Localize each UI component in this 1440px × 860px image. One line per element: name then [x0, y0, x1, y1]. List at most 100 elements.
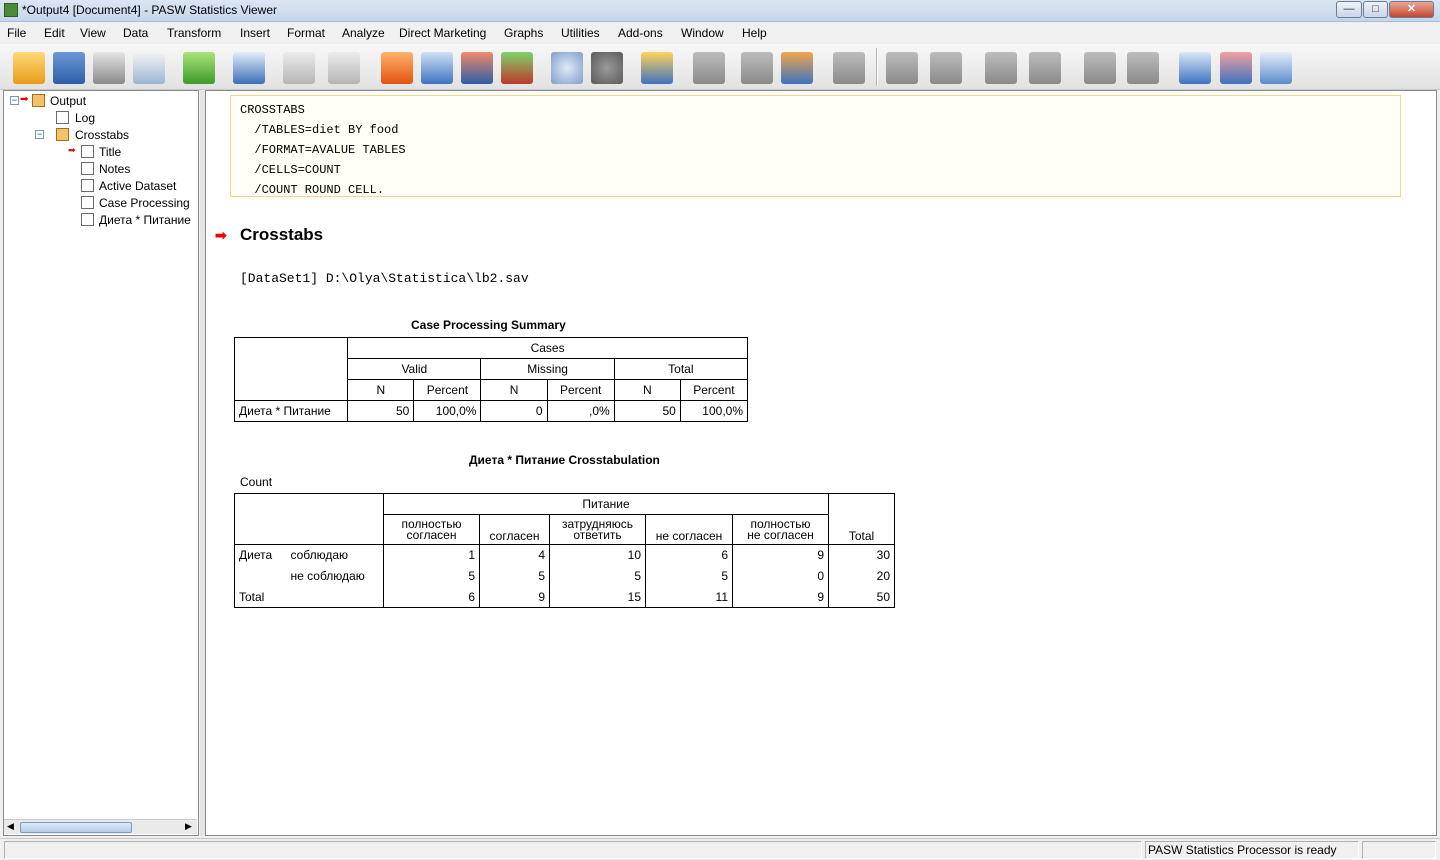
open-icon[interactable]	[13, 52, 45, 84]
tree-item-active-dataset[interactable]: Active Dataset	[99, 179, 176, 193]
expand-icon[interactable]	[985, 52, 1017, 84]
insert-title-icon[interactable]	[1220, 52, 1252, 84]
tree-item-case-processing[interactable]: Case Processing	[99, 196, 190, 210]
collapse-icon[interactable]	[1029, 52, 1061, 84]
tree-item-output[interactable]: Output	[50, 94, 86, 108]
menu-direct-marketing[interactable]: Direct Marketing	[399, 26, 486, 40]
show-all-icon[interactable]	[781, 52, 813, 84]
export-icon[interactable]	[183, 52, 215, 84]
active-dataset-text[interactable]: [DataSet1] D:\Olya\Statistica\lb2.sav	[240, 271, 529, 286]
menu-window[interactable]: Window	[681, 26, 724, 40]
select-cases-icon[interactable]	[641, 52, 673, 84]
goto-case-icon[interactable]	[381, 52, 413, 84]
xtab-col-var: Питание	[383, 493, 829, 515]
status-bar: PASW Statistics Processor is ready	[0, 838, 1440, 860]
xtab-count-label: Count	[240, 475, 273, 489]
cps-group-header: Valid	[347, 358, 482, 380]
scroll-right-icon[interactable]: ▶	[185, 821, 192, 832]
menu-analyze[interactable]: Analyze	[342, 26, 385, 40]
forward-icon[interactable]	[930, 52, 962, 84]
cps-cases-header: Cases	[347, 337, 748, 359]
crosstabs-book-icon	[56, 128, 69, 141]
weight-cases-icon[interactable]	[591, 52, 623, 84]
close-button[interactable]: ✕	[1389, 1, 1434, 18]
case-processing-table[interactable]: Cases Valid Missing Total N Percent N Pe…	[233, 337, 749, 422]
maximize-button[interactable]: □	[1363, 1, 1388, 18]
xtab-cell: 5	[645, 565, 733, 587]
cps-sub-header: Percent	[413, 379, 482, 401]
cps-sub-header: Percent	[679, 379, 749, 401]
minimize-button[interactable]: —	[1336, 1, 1362, 18]
xtab-total-row-label: Total	[234, 586, 384, 608]
output-book-icon	[32, 94, 45, 107]
xtab-cell: 9	[732, 544, 829, 566]
xtab-cell: 10	[549, 544, 646, 566]
menu-transform[interactable]: Transform	[167, 26, 221, 40]
table-icon	[81, 196, 94, 209]
outline-pane[interactable]: − ➡ Output Log − Crosstabs ➡ Title Notes…	[3, 90, 199, 836]
xtab-cell: 9	[479, 586, 550, 608]
cps-cell: 100,0%	[679, 400, 749, 422]
scroll-thumb[interactable]	[20, 822, 132, 833]
scroll-left-icon[interactable]: ◀	[7, 821, 14, 832]
goto-variable-icon[interactable]	[421, 52, 453, 84]
menu-view[interactable]: View	[80, 26, 106, 40]
insert-heading-icon[interactable]	[1179, 52, 1211, 84]
tree-item-log[interactable]: Log	[75, 111, 95, 125]
toolbar	[0, 44, 1440, 90]
xtab-title: Диета * Питание Crosstabulation	[469, 453, 660, 467]
insert-text-icon[interactable]	[1260, 52, 1292, 84]
menu-help[interactable]: Help	[742, 26, 767, 40]
cps-sub-header: N	[480, 379, 548, 401]
tree-item-crosstab-table[interactable]: Диета * Питание	[99, 213, 191, 227]
tree-item-notes[interactable]: Notes	[99, 162, 130, 176]
collapse-toggle[interactable]: −	[35, 130, 44, 139]
split-file-icon[interactable]	[551, 52, 583, 84]
undo-icon[interactable]	[283, 52, 315, 84]
back-icon[interactable]	[886, 52, 918, 84]
horizontal-scrollbar[interactable]: ◀ ▶	[4, 819, 197, 834]
current-arrow-icon: ➡	[20, 94, 29, 105]
save-icon[interactable]	[53, 52, 85, 84]
tree-item-title[interactable]: Title	[99, 145, 121, 159]
menu-data[interactable]: Data	[123, 26, 148, 40]
status-text: PASW Statistics Processor is ready	[1148, 843, 1337, 857]
xtab-cell: 6	[383, 586, 480, 608]
tree-item-crosstabs[interactable]: Crosstabs	[75, 128, 129, 142]
menu-utilities[interactable]: Utilities	[561, 26, 600, 40]
window-title: *Output4 [Document4] - PASW Statistics V…	[22, 3, 277, 17]
menu-graphs[interactable]: Graphs	[504, 26, 543, 40]
menu-add-ons[interactable]: Add-ons	[618, 26, 663, 40]
use-sets-icon[interactable]	[833, 52, 865, 84]
syntax-log[interactable]: CROSSTABS /TABLES=diet BY food /FORMAT=A…	[230, 95, 1401, 197]
insert-cases-icon[interactable]	[461, 52, 493, 84]
menu-file[interactable]: File	[7, 26, 26, 40]
cps-cell: 50	[613, 400, 681, 422]
cps-sub-header: Percent	[546, 379, 615, 401]
xtab-cell: 5	[383, 565, 480, 587]
crosstabs-heading[interactable]: Crosstabs	[240, 225, 323, 245]
collapse-toggle[interactable]: −	[10, 96, 19, 105]
menu-insert[interactable]: Insert	[240, 26, 270, 40]
hide-icon[interactable]	[1127, 52, 1159, 84]
crosstab-table[interactable]: Питание Total полностью согласен согласе…	[234, 493, 895, 608]
title-icon	[81, 145, 94, 158]
variables-icon[interactable]	[501, 52, 533, 84]
show-icon[interactable]	[1084, 52, 1116, 84]
redo-icon[interactable]	[328, 52, 360, 84]
viewer-content[interactable]: CROSSTABS /TABLES=diet BY food /FORMAT=A…	[205, 90, 1437, 836]
menu-edit[interactable]: Edit	[44, 26, 65, 40]
cps-cell: 0	[480, 400, 548, 422]
designate-window-icon[interactable]	[741, 52, 773, 84]
cps-group-header: Missing	[480, 358, 615, 380]
cps-cell: 50	[347, 400, 415, 422]
table-icon	[81, 213, 94, 226]
value-labels-icon[interactable]	[693, 52, 725, 84]
recall-dialog-icon[interactable]	[233, 52, 265, 84]
menu-format[interactable]: Format	[287, 26, 325, 40]
status-segment	[4, 841, 1142, 859]
print-preview-icon[interactable]	[133, 52, 165, 84]
print-icon[interactable]	[93, 52, 125, 84]
xtab-cell: 11	[645, 586, 733, 608]
xtab-cell: 5	[549, 565, 646, 587]
